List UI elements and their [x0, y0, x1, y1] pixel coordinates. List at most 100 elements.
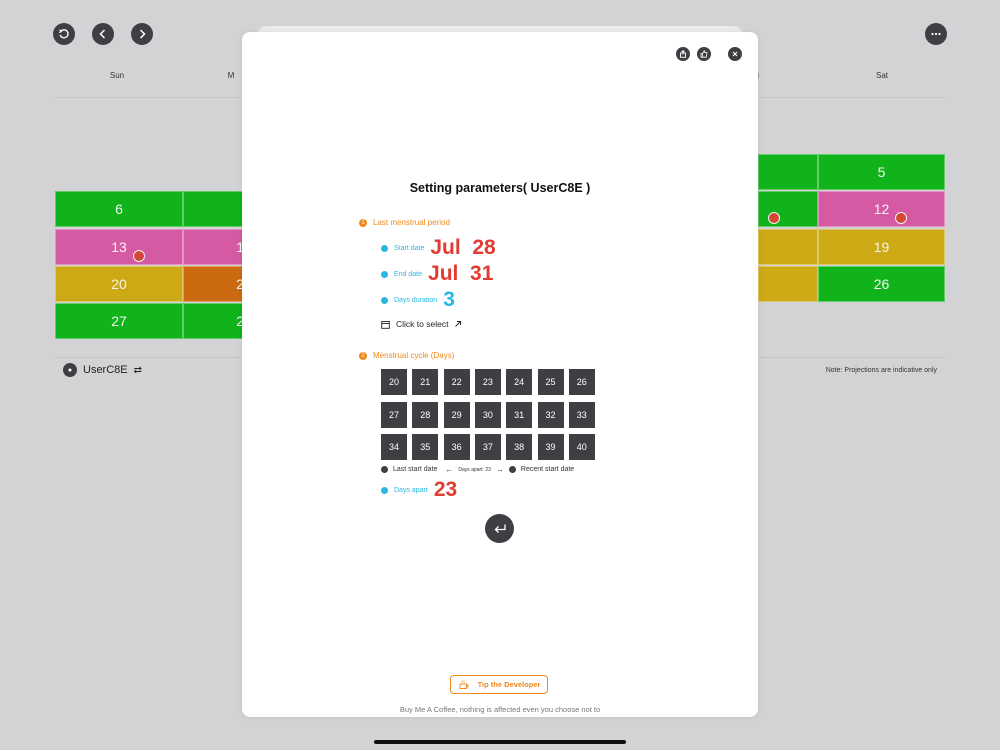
day-cell-11[interactable] — [758, 191, 818, 227]
weekday-mon: M — [227, 71, 235, 80]
settings-modal: Setting parameters( UserC8E ) 1 Last men… — [242, 32, 758, 717]
section-number-badge: 2 — [359, 351, 367, 360]
cycle-day-option[interactable]: 36 — [443, 434, 470, 460]
cycle-legend: Last start date ← Days apart: 23 → Recen… — [381, 465, 574, 474]
user-name: UserC8E — [83, 364, 128, 376]
chevron-left-icon — [99, 29, 106, 39]
day-number: 13 — [111, 239, 127, 255]
day-cell-19[interactable]: 19 — [818, 229, 945, 265]
bullet-dot — [381, 486, 388, 494]
cycle-day-option[interactable]: 31 — [506, 401, 533, 428]
click-to-select-label: Click to select — [396, 319, 449, 329]
cycle-day-option[interactable]: 20 — [381, 369, 407, 395]
section-label: Last menstrual period — [373, 218, 450, 227]
share-icon — [680, 50, 686, 58]
day-cell-5[interactable]: 5 — [818, 154, 945, 190]
day-cell-26[interactable]: 26 — [818, 266, 945, 302]
coffee-cup-icon — [459, 680, 469, 689]
calendar-icon — [381, 320, 390, 329]
days-duration-value: 3 — [443, 288, 455, 311]
day-cell-18[interactable] — [758, 229, 818, 265]
like-button[interactable] — [697, 47, 711, 61]
return-button[interactable] — [485, 514, 514, 543]
period-marker-dot — [895, 212, 907, 224]
cycle-day-option[interactable]: 38 — [506, 434, 533, 460]
day-cell-20[interactable]: 20 — [55, 266, 183, 302]
cycle-day-option[interactable]: 22 — [443, 369, 470, 395]
modal-title: Setting parameters( UserC8E ) — [409, 181, 591, 195]
section-label: Menstrual cycle (Days) — [373, 351, 455, 360]
day-cell-28[interactable]: 2 — [183, 303, 244, 339]
coffee-note: Buy Me A Coffee, nothing is affected eve… — [399, 705, 601, 714]
day-cell-25[interactable] — [758, 266, 818, 302]
chevron-right-icon — [139, 29, 146, 39]
tip-developer-button[interactable]: Tip the Developer — [450, 675, 548, 694]
close-icon — [732, 51, 738, 57]
period-marker-dot — [768, 212, 780, 224]
end-date-row[interactable]: End date Jul 31 — [381, 262, 493, 286]
more-button[interactable] — [925, 23, 947, 45]
day-number: 12 — [873, 201, 890, 217]
switch-user-icon: ⇄ — [133, 364, 143, 376]
user-switcher[interactable]: ● UserC8E ⇄ — [63, 363, 142, 377]
days-duration-label: Days duration — [394, 296, 438, 304]
day-cell-6[interactable]: 6 — [55, 191, 183, 227]
close-button[interactable] — [728, 47, 742, 61]
cycle-day-option[interactable]: 24 — [506, 369, 533, 395]
home-indicator — [374, 740, 626, 744]
cycle-day-option[interactable]: 40 — [568, 434, 595, 460]
cycle-day-option[interactable]: 29 — [443, 401, 470, 428]
day-cell-21[interactable]: 2 — [183, 266, 244, 302]
day-cell-14[interactable]: 1 — [183, 229, 244, 265]
days-apart-value: 23 — [433, 478, 458, 501]
bullet-dot — [381, 296, 388, 304]
day-cell-12[interactable]: 12 — [818, 191, 945, 227]
cycle-day-option[interactable]: 23 — [474, 369, 501, 395]
click-to-select-button[interactable]: Click to select — [381, 319, 462, 329]
recent-start-label: Recent start date — [520, 466, 575, 473]
projection-note: Note: Projections are indicative only — [825, 367, 937, 374]
cycle-day-option[interactable]: 30 — [474, 401, 501, 428]
arrow-left-icon: ← — [445, 465, 454, 474]
period-marker-dot — [133, 250, 145, 262]
section-number-badge: 1 — [359, 218, 367, 227]
day-cell-27[interactable]: 27 — [55, 303, 183, 339]
arrow-up-right-icon — [455, 321, 462, 327]
days-apart-row: Days apart 23 — [381, 478, 457, 502]
cycle-day-option[interactable]: 37 — [474, 434, 501, 460]
days-apart-small: Days apart: 23 — [458, 466, 491, 473]
day-cell-7[interactable] — [183, 191, 243, 227]
cycle-day-option[interactable]: 35 — [412, 434, 439, 460]
cycle-day-option[interactable]: 27 — [381, 401, 407, 428]
share-button[interactable] — [676, 47, 690, 61]
section-cycle-header: 2 Menstrual cycle (Days) — [359, 351, 454, 360]
ellipsis-icon — [931, 32, 941, 36]
cycle-day-option[interactable]: 34 — [381, 434, 407, 460]
bullet-dot — [381, 244, 388, 252]
cycle-day-option[interactable]: 32 — [537, 401, 564, 428]
days-apart-label: Days apart — [394, 486, 428, 494]
start-date-row[interactable]: Start date Jul 28 — [381, 236, 496, 260]
day-cell-13[interactable]: 13 — [55, 229, 183, 265]
cycle-day-option[interactable]: 28 — [412, 401, 439, 428]
return-icon — [494, 524, 506, 533]
start-date-value: Jul 28 — [430, 236, 496, 259]
last-start-label: Last start date — [393, 466, 438, 473]
next-month-button[interactable] — [131, 23, 153, 45]
cycle-day-option[interactable]: 26 — [568, 369, 595, 395]
thumbs-up-icon — [700, 50, 708, 58]
bullet-dot — [381, 270, 388, 278]
prev-month-button[interactable] — [92, 23, 114, 45]
last-start-dot — [381, 466, 388, 473]
cycle-day-option[interactable]: 33 — [568, 401, 595, 428]
recent-start-dot — [508, 466, 516, 473]
cycle-day-option[interactable]: 25 — [537, 369, 564, 395]
end-date-value: Jul 31 — [428, 262, 494, 285]
reset-button[interactable] — [53, 23, 75, 45]
cycle-day-option[interactable]: 39 — [537, 434, 564, 460]
day-cell-4[interactable] — [758, 154, 818, 190]
tip-developer-label: Tip the Developer — [477, 680, 541, 689]
weekday-sat: Sat — [875, 71, 888, 80]
weekday-sun: Sun — [109, 71, 125, 80]
cycle-day-option[interactable]: 21 — [412, 369, 439, 395]
